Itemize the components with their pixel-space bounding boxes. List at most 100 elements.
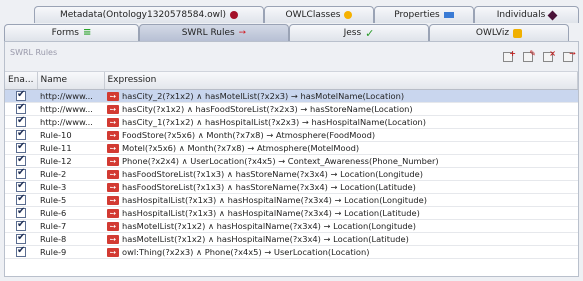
- tab-owlviz[interactable]: OWLViz: [429, 24, 569, 41]
- rule-expression-cell: ➙ FoodStore(?x5x6) ∧ Month(?x7x8) → Atmos…: [104, 128, 578, 142]
- tab-label: Jess: [343, 28, 362, 38]
- panel-header: SWRL Rules + ✎ × ➙: [5, 42, 578, 72]
- enabled-checkbox[interactable]: [16, 167, 26, 179]
- rule-expression-cell: ➙ hasMotelList(?x1x2) ∧ hasHospitalName(?…: [104, 219, 578, 233]
- tab-label: Forms: [51, 28, 79, 38]
- enabled-checkbox[interactable]: [16, 115, 26, 127]
- import-rule-icon[interactable]: ➙: [562, 50, 576, 64]
- table-row[interactable]: http://www...➙hasCity_1(?x1x2) ∧ hasHosp…: [5, 115, 578, 129]
- rule-toolbar: + ✎ × ➙: [502, 50, 576, 64]
- new-rule-icon[interactable]: +: [502, 50, 516, 64]
- rule-expression: FoodStore(?x5x6) ∧ Month(?x7x8) → Atmosp…: [122, 129, 376, 140]
- rule-expression: hasCity_1(?x1x2) ∧ hasHospitalList(?x2x3…: [122, 116, 427, 127]
- enabled-checkbox[interactable]: [16, 219, 26, 231]
- enabled-cell: [5, 219, 37, 233]
- rule-expression: hasMotelList(?x1x2) ∧ hasHospitalName(?x…: [122, 220, 416, 231]
- enabled-cell: [5, 232, 37, 246]
- rule-expression-cell: ➙ Motel(?x5x6) ∧ Month(?x7x8) → Atmospher…: [104, 141, 578, 155]
- swrl-rules-panel: SWRL Rules + ✎ × ➙ Ena... Name Expressio…: [4, 41, 579, 277]
- enabled-checkbox[interactable]: [16, 245, 26, 257]
- table-row[interactable]: Rule-12➙Phone(?x2x4) ∧ UserLocation(?x4x…: [5, 154, 578, 168]
- enabled-checkbox[interactable]: [16, 206, 26, 218]
- enabled-cell: [5, 89, 37, 103]
- rule-expression: hasCity(?x1x2) ∧ hasFoodStoreList(?x2x3)…: [122, 103, 413, 114]
- rule-expression: hasMotelList(?x1x2) ∧ hasHospitalName(?x…: [122, 233, 409, 244]
- tab-forms[interactable]: Forms ≡: [4, 24, 139, 41]
- enabled-cell: [5, 141, 37, 155]
- rule-name: Rule-9: [37, 245, 104, 259]
- enabled-checkbox[interactable]: [16, 89, 26, 101]
- tab-swrl-rules[interactable]: SWRL Rules ➙: [139, 24, 289, 41]
- rule-icon: ➙: [107, 104, 119, 114]
- tab-label: Individuals: [496, 10, 546, 20]
- enabled-checkbox[interactable]: [16, 193, 26, 205]
- rule-expression: Phone(?x2x4) ∧ UserLocation(?x4x5) → Con…: [122, 155, 439, 166]
- rule-expression: owl:Thing(?x2x3) ∧ Phone(?x4x5) → UserLo…: [122, 246, 370, 257]
- enabled-checkbox[interactable]: [16, 180, 26, 192]
- rule-icon: ➙: [107, 182, 119, 192]
- rule-name: Rule-8: [37, 232, 104, 246]
- rule-expression-cell: ➙ hasHospitalList(?x1x3) ∧ hasHospitalNam…: [104, 206, 578, 220]
- tab-owl-classes[interactable]: OWLClasses: [264, 6, 374, 23]
- table-row[interactable]: Rule-2➙hasFoodStoreList(?x1x3) ∧ hasStor…: [5, 167, 578, 181]
- rule-name: http://www...: [37, 115, 104, 129]
- column-header-name[interactable]: Name: [37, 72, 105, 90]
- rules-table: Ena... Name Expression http://www...➙has…: [5, 72, 578, 259]
- enabled-cell: [5, 128, 37, 142]
- rule-expression-cell: ➙ owl:Thing(?x2x3) ∧ Phone(?x4x5) → UserL…: [104, 245, 578, 259]
- table-row[interactable]: http://www...➙hasCity(?x1x2) ∧ hasFoodSt…: [5, 102, 578, 116]
- rule-name: Rule-2: [37, 167, 104, 181]
- column-header-enabled[interactable]: Ena...: [5, 72, 38, 90]
- rule-expression-cell: ➙ hasHospitalList(?x1x3) ∧ hasHospitalNam…: [104, 193, 578, 207]
- rule-icon: ➙: [107, 247, 119, 257]
- table-row[interactable]: http://www...➙hasCity_2(?x1x2) ∧ hasMote…: [5, 89, 578, 103]
- table-row[interactable]: Rule-9➙owl:Thing(?x2x3) ∧ Phone(?x4x5) →…: [5, 245, 578, 259]
- column-header-expression[interactable]: Expression: [104, 72, 578, 90]
- table-row[interactable]: Rule-5➙hasHospitalList(?x1x3) ∧ hasHospi…: [5, 193, 578, 207]
- rule-icon: ➙: [107, 143, 119, 153]
- rule-name: http://www...: [37, 102, 104, 116]
- table-row[interactable]: Rule-11➙Motel(?x5x6) ∧ Month(?x7x8) → At…: [5, 141, 578, 155]
- individuals-icon: [547, 10, 558, 20]
- rule-icon: ➙: [107, 169, 119, 179]
- table-row[interactable]: Rule-7➙hasMotelList(?x1x2) ∧ hasHospital…: [5, 219, 578, 233]
- enabled-cell: [5, 115, 37, 129]
- rule-expression-cell: ➙ hasCity(?x1x2) ∧ hasFoodStoreList(?x2x3…: [104, 102, 578, 116]
- rule-expression: hasHospitalList(?x1x3) ∧ hasHospitalName…: [122, 194, 427, 205]
- table-row[interactable]: Rule-8➙hasMotelList(?x1x2) ∧ hasHospital…: [5, 232, 578, 246]
- jess-icon: ✓: [365, 26, 375, 40]
- rule-icon: ➙: [107, 234, 119, 244]
- tab-properties[interactable]: Properties: [374, 6, 474, 23]
- enabled-checkbox[interactable]: [16, 128, 26, 140]
- delete-rule-icon[interactable]: ×: [542, 50, 556, 64]
- rule-icon: ➙: [107, 156, 119, 166]
- enabled-checkbox[interactable]: [16, 154, 26, 166]
- enabled-cell: [5, 154, 37, 168]
- rule-expression: hasHospitalList(?x1x3) ∧ hasHospitalName…: [122, 207, 420, 218]
- enabled-cell: [5, 102, 37, 116]
- owlviz-icon: [513, 28, 523, 38]
- forms-icon: ≡: [82, 27, 92, 38]
- properties-icon: [443, 12, 454, 18]
- rules-table-body: http://www...➙hasCity_2(?x1x2) ∧ hasMote…: [5, 89, 578, 259]
- table-row[interactable]: Rule-10➙FoodStore(?x5x6) ∧ Month(?x7x8) …: [5, 128, 578, 142]
- enabled-checkbox[interactable]: [16, 141, 26, 153]
- rule-expression-cell: ➙ hasFoodStoreList(?x1x3) ∧ hasStoreName(…: [104, 167, 578, 181]
- rule-name: Rule-3: [37, 180, 104, 194]
- enabled-cell: [5, 193, 37, 207]
- tab-metadata[interactable]: Metadata(Ontology1320578584.owl): [34, 6, 264, 23]
- rule-expression-cell: ➙ Phone(?x2x4) ∧ UserLocation(?x4x5) → Co…: [104, 154, 578, 168]
- table-row[interactable]: Rule-3➙hasFoodStoreList(?x1x3) ∧ hasStor…: [5, 180, 578, 194]
- metadata-icon: [230, 11, 238, 19]
- enabled-cell: [5, 206, 37, 220]
- tab-label: OWLViz: [475, 28, 510, 38]
- enabled-checkbox[interactable]: [16, 102, 26, 114]
- edit-rule-icon[interactable]: ✎: [522, 50, 536, 64]
- rule-icon: ➙: [107, 208, 119, 218]
- tab-individuals[interactable]: Individuals: [474, 6, 579, 23]
- table-row[interactable]: Rule-6➙hasHospitalList(?x1x3) ∧ hasHospi…: [5, 206, 578, 220]
- rule-expression: Motel(?x5x6) ∧ Month(?x7x8) → Atmosphere…: [122, 142, 360, 153]
- enabled-checkbox[interactable]: [16, 232, 26, 244]
- tab-jess[interactable]: Jess ✓: [289, 24, 429, 41]
- panel-title: SWRL Rules: [10, 48, 58, 57]
